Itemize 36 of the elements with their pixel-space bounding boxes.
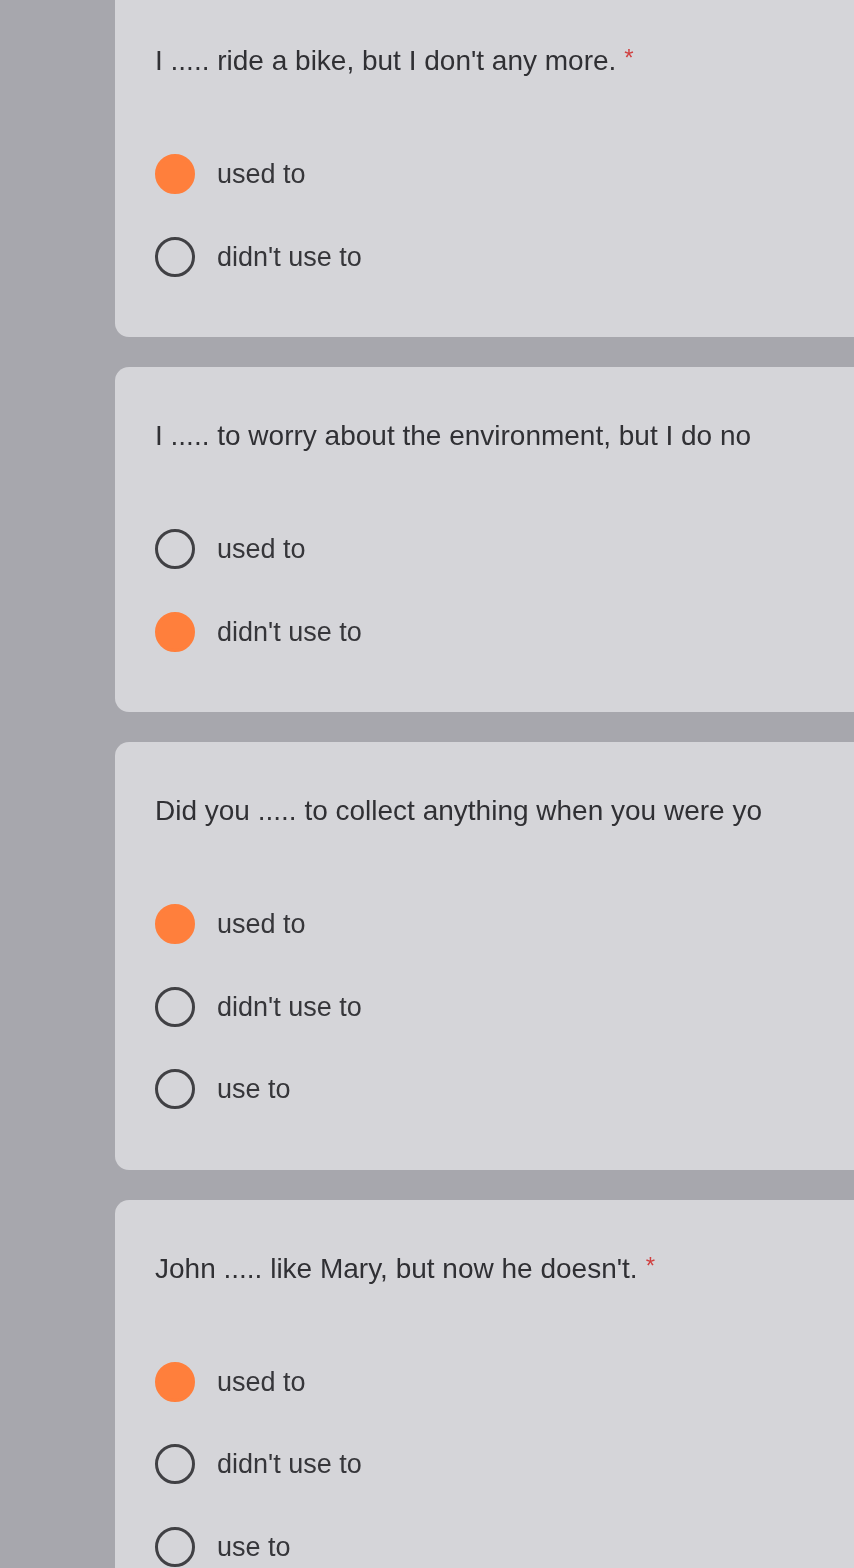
radio-button[interactable] xyxy=(155,1069,195,1110)
required-asterisk: * xyxy=(624,43,634,73)
option-label: didn't use to xyxy=(217,240,362,274)
radio-option[interactable]: didn't use to xyxy=(155,236,362,277)
question-text: I ..... ride a bike, but I don't any more. xyxy=(155,44,617,78)
radio-button[interactable] xyxy=(155,1361,195,1402)
radio-option[interactable]: didn't use to xyxy=(155,986,362,1027)
question-text: Did you ..... to collect anything when you were yo xyxy=(155,794,762,828)
radio-option[interactable]: use to xyxy=(155,1069,291,1110)
radio-button[interactable] xyxy=(155,236,195,277)
option-label: used to xyxy=(217,908,306,941)
radio-option[interactable]: used to xyxy=(155,1361,306,1402)
question-text: I ..... to worry about the environment, but I do no xyxy=(155,419,752,453)
radio-option[interactable]: used to xyxy=(155,529,306,570)
radio-button[interactable] xyxy=(155,529,195,570)
option-label: use to xyxy=(217,1530,291,1564)
option-label: used to xyxy=(217,533,306,566)
option-label: didn't use to xyxy=(217,990,362,1024)
radio-option[interactable]: didn't use to xyxy=(155,611,362,652)
radio-button[interactable] xyxy=(155,611,195,652)
required-asterisk: * xyxy=(645,1250,655,1281)
radio-button[interactable] xyxy=(155,1444,195,1485)
radio-option[interactable]: use to xyxy=(155,1526,291,1567)
option-label: used to xyxy=(217,158,306,191)
option-label: didn't use to xyxy=(217,615,362,649)
option-label: use to xyxy=(217,1073,291,1106)
radio-option[interactable]: didn't use to xyxy=(155,1444,362,1485)
radio-button[interactable] xyxy=(155,986,195,1027)
question-text: John ..... like Mary, but now he doesn't. xyxy=(155,1251,638,1286)
radio-option[interactable]: used to xyxy=(155,154,306,195)
radio-button[interactable] xyxy=(155,1526,195,1567)
radio-button[interactable] xyxy=(155,154,195,195)
option-label: didn't use to xyxy=(217,1448,362,1481)
radio-button[interactable] xyxy=(155,904,195,945)
option-label: used to xyxy=(217,1365,306,1399)
radio-option[interactable]: used to xyxy=(155,904,306,945)
